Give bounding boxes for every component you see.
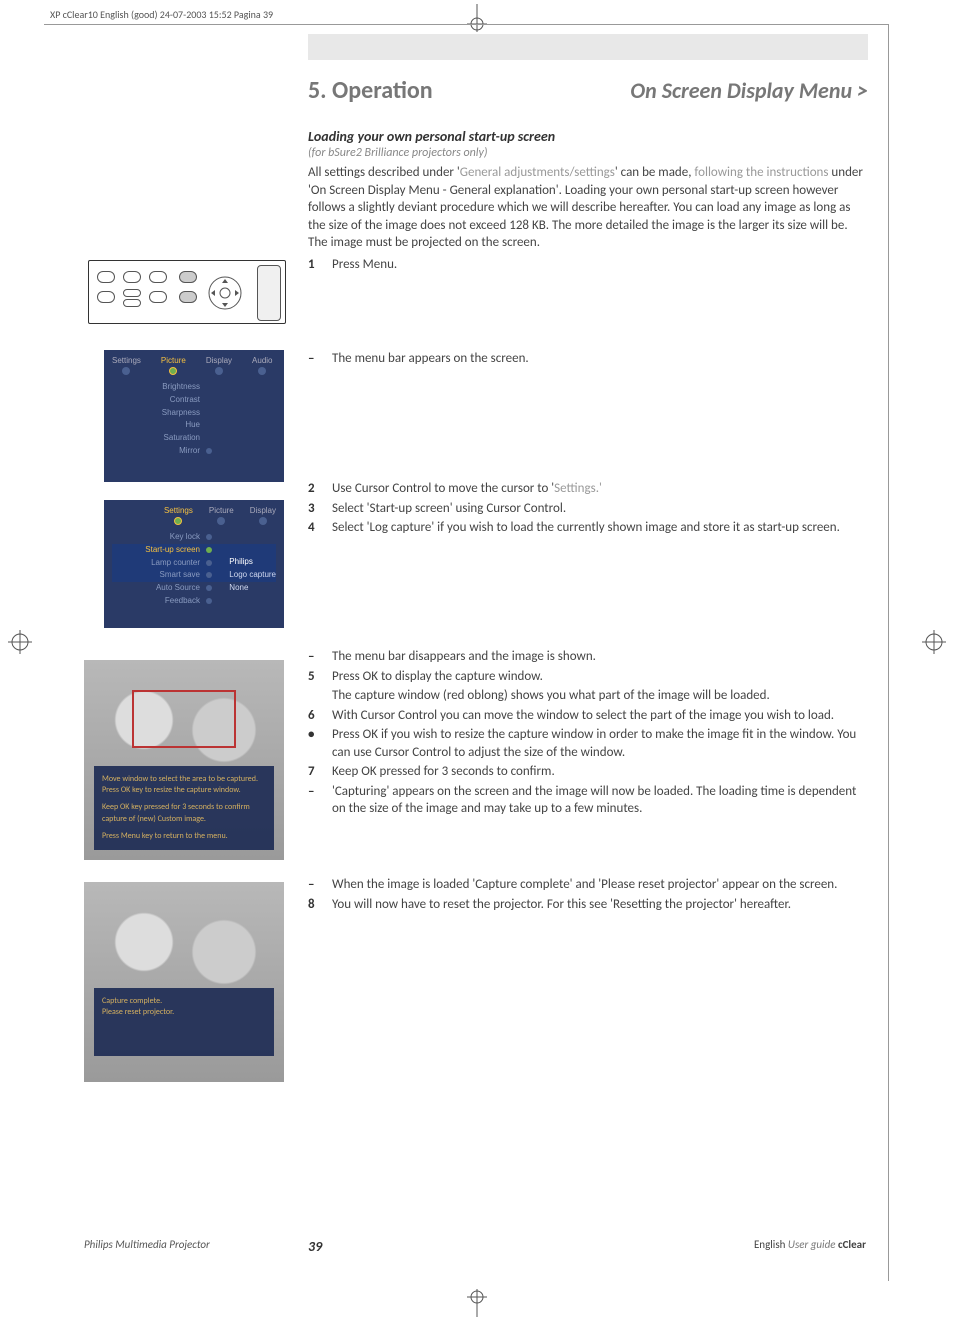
footer-guide: English User guide cClear <box>754 1238 866 1251</box>
print-slug: XP cClear10 English (good) 24-07-2003 15… <box>50 8 273 21</box>
note-menu-appears: –The menu bar appears on the screen. <box>308 350 863 370</box>
step-1: 1Press Menu. <box>308 256 863 276</box>
osd-tab-display: Display <box>206 356 232 375</box>
handheld-remote-icon <box>257 265 281 321</box>
osd-submenu: Philips Logo capture None <box>229 556 276 594</box>
dpad-icon <box>207 275 243 311</box>
trim-line-right <box>888 24 889 1281</box>
chapter-title: 5. Operation <box>308 76 433 105</box>
trim-line-top <box>44 24 889 25</box>
capture-complete-overlay: Capture complete. Please reset projector… <box>94 988 274 1056</box>
osd-tab-display-2: Display <box>250 506 276 525</box>
intro-paragraph: All settings described under 'General ad… <box>308 164 863 252</box>
registration-right-icon <box>922 630 946 654</box>
page-footer: Philips Multimedia Projector English Use… <box>84 1238 866 1251</box>
figure-capture-complete: Capture complete. Please reset projector… <box>84 882 284 1082</box>
crop-mark-bottom <box>457 1289 497 1317</box>
osd-tab-picture-2: Picture <box>209 506 234 525</box>
page-number: 39 <box>308 1238 322 1255</box>
crop-mark-top <box>457 4 497 32</box>
capture-instructions-overlay: Move window to select the area to be cap… <box>94 766 274 850</box>
figure-remote-control <box>88 260 286 324</box>
registration-left-icon <box>8 630 32 654</box>
footer-product: Philips Multimedia Projector <box>84 1238 210 1251</box>
osd-tab-settings-2: Settings <box>164 506 193 525</box>
section-heading: Loading your own personal start-up scree… <box>308 128 555 145</box>
figure-osd-picture-menu: Settings Picture Display Audio Brightnes… <box>104 350 284 482</box>
steps-5-7: –The menu bar disappears and the image i… <box>308 648 863 820</box>
figure-osd-settings-menu: Settings Picture Display Key lock Start-… <box>104 500 284 628</box>
chapter-heading: 5. Operation On Screen Display Menu > <box>308 76 868 105</box>
steps-8: –When the image is loaded 'Capture compl… <box>308 876 863 915</box>
figure-capture-window: Move window to select the area to be cap… <box>84 660 284 860</box>
osd-tab-audio: Audio <box>252 356 272 375</box>
steps-2-4: 2Use Cursor Control to move the cursor t… <box>308 480 863 539</box>
capture-rect-icon <box>132 690 236 748</box>
osd-tab-picture: Picture <box>161 356 186 375</box>
header-bar <box>308 34 868 60</box>
section-note: (for bSure2 Brilliance projectors only) <box>308 146 488 160</box>
osd-tab-settings: Settings <box>112 356 141 375</box>
chapter-subtitle: On Screen Display Menu > <box>630 77 868 104</box>
